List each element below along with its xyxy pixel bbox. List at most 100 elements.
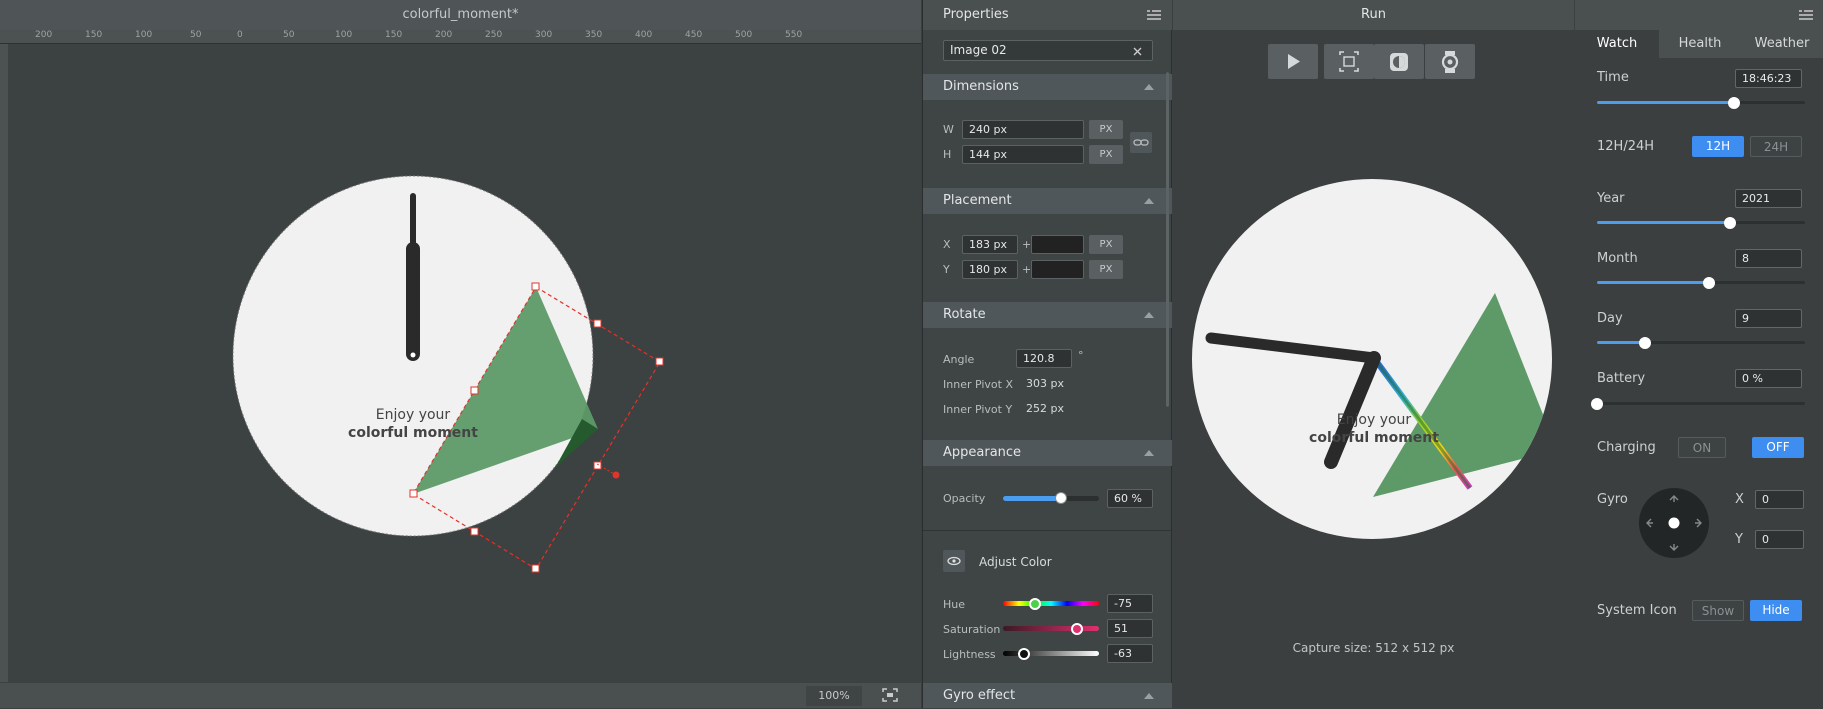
y-plus: + <box>1022 263 1032 276</box>
gyro-knob[interactable] <box>1668 517 1680 529</box>
day-input[interactable]: 9 <box>1735 309 1802 328</box>
collapse-icon[interactable] <box>1144 198 1154 204</box>
section-gyro-effect-label: Gyro effect <box>943 688 1016 703</box>
resize-handle[interactable] <box>593 461 602 470</box>
hue-track[interactable] <box>1003 601 1099 606</box>
year-label: Year <box>1597 191 1625 206</box>
section-dimensions-label: Dimensions <box>943 79 1019 94</box>
collapse-icon[interactable] <box>1144 693 1154 699</box>
clear-icon[interactable] <box>1133 47 1142 56</box>
section-placement[interactable]: Placement <box>923 188 1172 214</box>
watch-preview[interactable] <box>1173 170 1574 550</box>
ambient-mode-button[interactable] <box>1374 44 1424 79</box>
saturation-label: Saturation <box>943 623 1001 636</box>
object-name-field[interactable]: Image 02 <box>943 40 1153 61</box>
resize-handle[interactable] <box>470 386 479 395</box>
height-input[interactable]: 144 px <box>962 145 1084 164</box>
y-input[interactable]: 180 px <box>962 260 1018 279</box>
lightness-slider-knob[interactable] <box>1018 648 1030 660</box>
preview-text-line1: Enjoy your <box>1336 412 1412 428</box>
ruler-label: 100 <box>335 30 353 40</box>
gyro-y-input[interactable]: 0 <box>1755 530 1804 549</box>
hue-input[interactable]: -75 <box>1107 594 1153 613</box>
panel-menu-icon[interactable] <box>1147 10 1161 20</box>
canvas-footer <box>0 683 921 708</box>
x-offset-input[interactable] <box>1031 235 1084 254</box>
resize-handle[interactable] <box>593 319 602 328</box>
degree-symbol: ° <box>1078 349 1084 362</box>
tab-watch[interactable]: Watch <box>1575 30 1659 58</box>
gyro-joystick[interactable] <box>1639 488 1709 558</box>
y-offset-input[interactable] <box>1031 260 1084 279</box>
gyro-x-input[interactable]: 0 <box>1755 490 1804 509</box>
section-appearance-label: Appearance <box>943 445 1022 460</box>
section-dimensions[interactable]: Dimensions <box>923 74 1172 100</box>
width-input[interactable]: 240 px <box>962 120 1084 139</box>
resize-handle[interactable] <box>409 489 418 498</box>
pivot-x-value: 303 px <box>1026 377 1064 390</box>
system-icon-hide-button[interactable]: Hide <box>1750 600 1802 621</box>
hue-slider-knob[interactable] <box>1029 598 1041 610</box>
section-gyro-effect[interactable]: Gyro effect <box>923 683 1172 708</box>
saturation-track[interactable] <box>1003 626 1099 631</box>
battery-slider-track[interactable] <box>1597 402 1805 405</box>
section-appearance[interactable]: Appearance <box>923 440 1172 466</box>
lightness-input[interactable]: -63 <box>1107 644 1153 663</box>
format-24h-button[interactable]: 24H <box>1750 136 1802 157</box>
tab-health[interactable]: Health <box>1659 30 1741 58</box>
visibility-toggle[interactable] <box>943 550 965 572</box>
angle-input[interactable]: 120.8 <box>1016 349 1072 368</box>
format-12h-button[interactable]: 12H <box>1692 136 1744 157</box>
fit-screen-icon[interactable] <box>882 688 898 702</box>
panel-menu-icon[interactable] <box>1799 10 1813 20</box>
resize-handle[interactable] <box>531 564 540 573</box>
collapse-icon[interactable] <box>1144 84 1154 90</box>
ruler-label: 150 <box>385 30 403 40</box>
battery-label: Battery <box>1597 371 1646 386</box>
watch-frame-button[interactable] <box>1425 44 1475 79</box>
charging-on-button[interactable]: ON <box>1678 437 1726 458</box>
width-unit-button[interactable]: PX <box>1089 120 1123 139</box>
properties-scrollbar[interactable] <box>1166 72 1169 407</box>
battery-input[interactable]: 0 % <box>1735 369 1802 388</box>
zoom-level[interactable]: 100% <box>806 686 862 706</box>
design-canvas[interactable] <box>0 44 921 683</box>
ruler-label: 200 <box>435 30 453 40</box>
pivot-y-value: 252 px <box>1026 402 1064 415</box>
time-slider-knob[interactable] <box>1728 97 1740 109</box>
y-unit-button[interactable]: PX <box>1089 260 1123 279</box>
ruler-label: 0 <box>237 30 243 40</box>
tab-weather[interactable]: Weather <box>1741 30 1823 58</box>
saturation-slider-knob[interactable] <box>1071 623 1083 635</box>
play-button[interactable] <box>1268 44 1318 79</box>
month-slider-knob[interactable] <box>1703 277 1715 289</box>
month-input[interactable]: 8 <box>1735 249 1802 268</box>
opacity-slider-knob[interactable] <box>1055 492 1067 504</box>
opacity-input[interactable]: 60 % <box>1107 489 1153 508</box>
x-input[interactable]: 183 px <box>962 235 1018 254</box>
resize-handle[interactable] <box>470 527 479 536</box>
resize-handle[interactable] <box>531 282 540 291</box>
saturation-input[interactable]: 51 <box>1107 619 1153 638</box>
height-unit-button[interactable]: PX <box>1089 145 1123 164</box>
gyro-label: Gyro <box>1597 492 1628 507</box>
section-rotate[interactable]: Rotate <box>923 302 1172 328</box>
collapse-icon[interactable] <box>1144 312 1154 318</box>
charging-off-button[interactable]: OFF <box>1752 437 1804 458</box>
year-input[interactable]: 2021 <box>1735 189 1802 208</box>
capture-icon <box>1339 51 1359 72</box>
battery-slider-knob[interactable] <box>1591 398 1603 410</box>
horizontal-ruler: 200 150 100 50 0 50 100 150 200 250 300 … <box>0 30 921 44</box>
capture-button[interactable] <box>1324 44 1374 79</box>
ruler-label: 50 <box>190 30 202 40</box>
year-slider-knob[interactable] <box>1724 217 1736 229</box>
capture-size-text: Capture size: 512 x 512 px <box>1292 641 1455 655</box>
link-ratio-button[interactable] <box>1130 132 1152 153</box>
resize-handle[interactable] <box>655 357 664 366</box>
day-slider-knob[interactable] <box>1639 337 1651 349</box>
hand-pivot-dot <box>410 352 416 358</box>
system-icon-show-button[interactable]: Show <box>1692 600 1744 621</box>
x-unit-button[interactable]: PX <box>1089 235 1123 254</box>
collapse-icon[interactable] <box>1144 450 1154 456</box>
time-input[interactable]: 18:46:23 <box>1735 69 1802 88</box>
